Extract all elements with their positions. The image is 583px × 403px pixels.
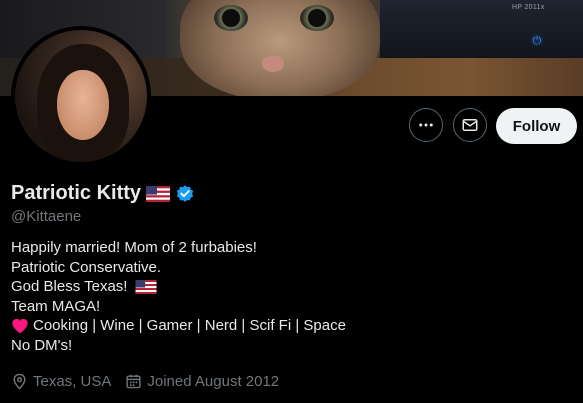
profile-bio: Happily married! Mom of 2 furbabies! Pat…	[11, 238, 346, 355]
more-button[interactable]	[409, 108, 443, 142]
bio-text: God Bless Texas!	[11, 278, 128, 295]
more-horizontal-icon	[419, 123, 433, 127]
follow-button[interactable]: Follow	[496, 108, 577, 144]
display-name: Patriotic Kitty	[11, 182, 142, 204]
bio-line: Patriotic Conservative.	[11, 258, 346, 278]
envelope-icon	[462, 119, 478, 131]
banner-cat-eye-right	[300, 5, 334, 31]
message-button[interactable]	[453, 108, 487, 142]
bio-line: Cooking | Wine | Gamer | Nerd | Scif Fi …	[11, 316, 346, 336]
profile-meta: Texas, USA Joined August 2012	[11, 373, 293, 390]
avatar-photo	[15, 30, 147, 162]
us-flag-icon	[135, 279, 157, 294]
profile-handle: @Kittaene	[11, 208, 82, 225]
bio-line: Happily married! Mom of 2 furbabies!	[11, 238, 346, 258]
monitor-model-label: HP 2011x	[512, 4, 545, 11]
banner-cat-nose	[262, 56, 284, 72]
bio-text: No DM's!	[11, 336, 73, 354]
bio-text: Cooking | Wine | Gamer | Nerd | Scif Fi …	[33, 317, 346, 334]
verified-badge-icon[interactable]	[175, 184, 195, 204]
us-flag-icon	[146, 185, 171, 202]
heart-icon	[12, 318, 28, 334]
bio-line: No DM's!	[11, 336, 346, 356]
power-icon: ⏻	[532, 35, 542, 47]
location-item: Texas, USA	[11, 373, 111, 390]
location-text: Texas, USA	[33, 373, 112, 390]
joined-item: Joined August 2012	[125, 373, 279, 390]
avatar-face	[57, 70, 109, 140]
bio-line: God Bless Texas!	[11, 277, 346, 297]
location-pin-icon	[13, 373, 26, 390]
joined-text: Joined August 2012	[147, 373, 280, 390]
bio-line: Team MAGA!	[11, 297, 346, 317]
banner-cat-photo	[180, 0, 380, 96]
profile-avatar[interactable]	[11, 26, 151, 166]
bio-text: Patriotic Conservative.	[11, 258, 162, 276]
banner-cat-eye-left	[214, 5, 248, 31]
banner-monitor	[380, 0, 583, 58]
calendar-icon	[126, 374, 141, 389]
name-row: Patriotic Kitty	[11, 182, 195, 205]
bio-text: Team MAGA!	[11, 297, 101, 315]
bio-text: Happily married! Mom of 2 furbabies!	[11, 239, 257, 256]
